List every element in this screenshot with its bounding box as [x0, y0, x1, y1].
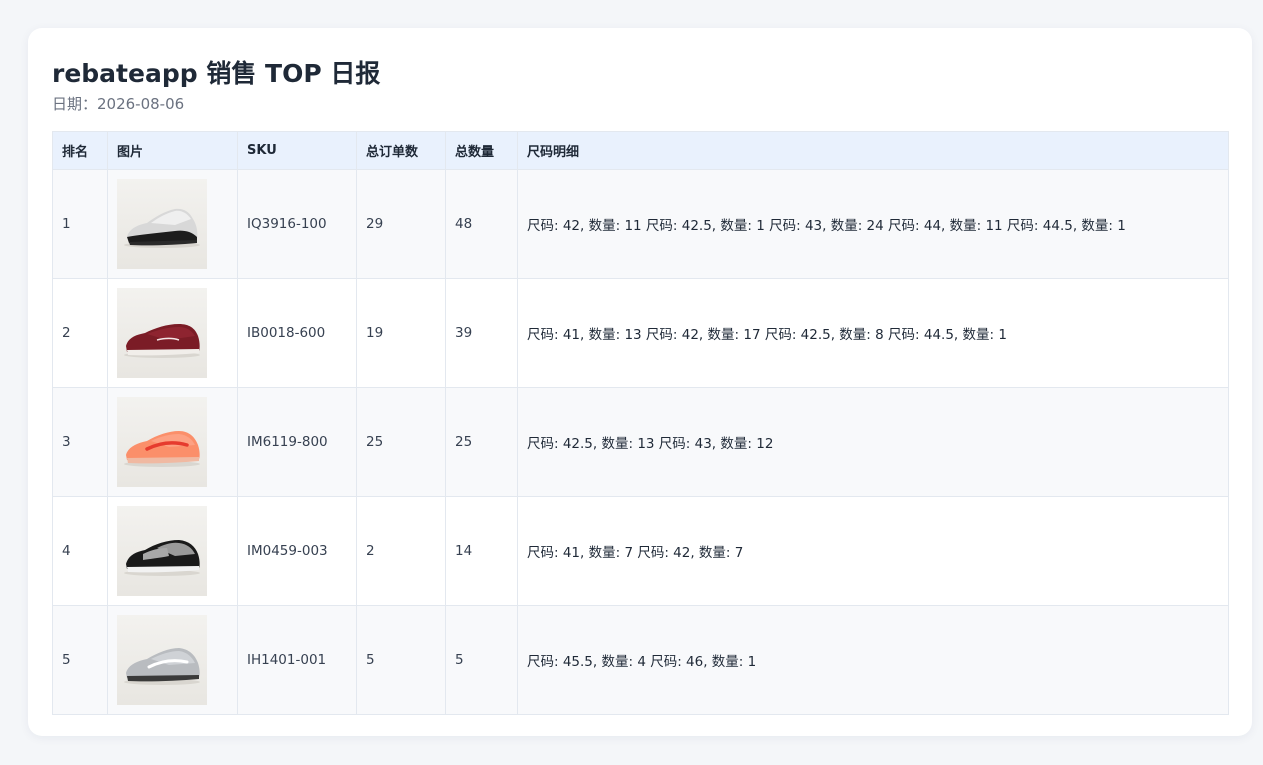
cell-orders: 29 [356, 169, 446, 279]
cell-orders: 19 [356, 278, 446, 388]
header-quantity: 总数量 [445, 131, 518, 170]
sneaker-burgundy-icon [117, 288, 207, 378]
table-row: 5 IH1401-001 5 5 尺码: 45.5, 数量: 4 尺码: 46,… [52, 605, 1229, 715]
report-card: rebateapp 销售 TOP 日报 日期：2026-08-06 排名 图片 … [28, 28, 1252, 736]
table-row: 2 IB0018-600 19 39 尺码: 41, 数量: 13 尺码: 42… [52, 278, 1229, 388]
cell-image [107, 278, 238, 388]
sneaker-light-grey-icon [117, 615, 207, 705]
cell-image [107, 605, 238, 715]
cell-sku: IQ3916-100 [237, 169, 357, 279]
cell-rank: 2 [52, 278, 108, 388]
sneaker-black-white-icon [117, 179, 207, 269]
sneaker-black-grey-icon [117, 506, 207, 596]
cell-sizes: 尺码: 41, 数量: 7 尺码: 42, 数量: 7 [517, 496, 1229, 606]
header-sku: SKU [237, 131, 357, 170]
cell-rank: 4 [52, 496, 108, 606]
cell-image [107, 496, 238, 606]
cell-orders: 25 [356, 387, 446, 497]
cell-sku: IM0459-003 [237, 496, 357, 606]
table-row: 3 IM6119-800 25 25 尺码: 42.5, 数量: 13 尺码: … [52, 387, 1229, 497]
header-rank: 排名 [52, 131, 108, 170]
cell-rank: 1 [52, 169, 108, 279]
cell-orders: 2 [356, 496, 446, 606]
cell-sizes: 尺码: 42, 数量: 11 尺码: 42.5, 数量: 1 尺码: 43, 数… [517, 169, 1229, 279]
cell-image [107, 387, 238, 497]
cell-sizes: 尺码: 42.5, 数量: 13 尺码: 43, 数量: 12 [517, 387, 1229, 497]
header-orders: 总订单数 [356, 131, 446, 170]
table-header-row: 排名 图片 SKU 总订单数 总数量 尺码明细 [52, 131, 1229, 170]
header-image: 图片 [107, 131, 238, 170]
table-row: 4 IM0459-003 2 14 尺码: 41, 数量: 7 尺码: 42, … [52, 496, 1229, 606]
cell-quantity: 39 [445, 278, 518, 388]
cell-quantity: 48 [445, 169, 518, 279]
page-title: rebateapp 销售 TOP 日报 [52, 59, 381, 88]
cell-orders: 5 [356, 605, 446, 715]
report-date: 日期：2026-08-06 [52, 95, 185, 113]
sales-table: 排名 图片 SKU 总订单数 总数量 尺码明细 1 IQ3916-100 29 … [52, 131, 1229, 715]
cell-quantity: 5 [445, 605, 518, 715]
cell-sizes: 尺码: 41, 数量: 13 尺码: 42, 数量: 17 尺码: 42.5, … [517, 278, 1229, 388]
sneaker-orange-icon [117, 397, 207, 487]
cell-sku: IM6119-800 [237, 387, 357, 497]
cell-sku: IB0018-600 [237, 278, 357, 388]
cell-quantity: 14 [445, 496, 518, 606]
cell-rank: 5 [52, 605, 108, 715]
cell-sku: IH1401-001 [237, 605, 357, 715]
table-row: 1 IQ3916-100 29 48 尺码: 42, 数量: 11 尺码: 42… [52, 169, 1229, 279]
cell-rank: 3 [52, 387, 108, 497]
cell-quantity: 25 [445, 387, 518, 497]
header-sizes: 尺码明细 [517, 131, 1229, 170]
cell-sizes: 尺码: 45.5, 数量: 4 尺码: 46, 数量: 1 [517, 605, 1229, 715]
cell-image [107, 169, 238, 279]
